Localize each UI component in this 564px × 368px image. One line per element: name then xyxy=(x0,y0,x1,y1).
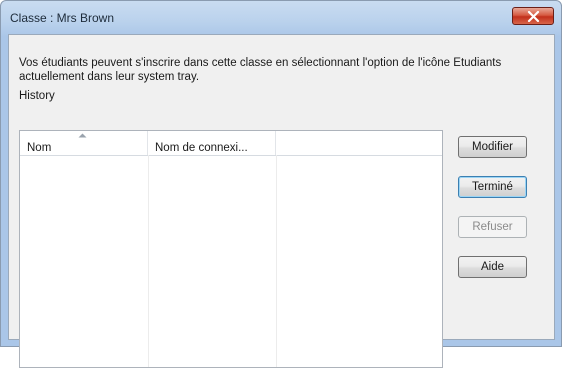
column-divider xyxy=(148,155,149,367)
window-title: Classe : Mrs Brown xyxy=(10,11,115,25)
students-list[interactable]: Nom Nom de connexi... xyxy=(19,130,443,368)
column-header-label: Nom xyxy=(27,142,52,154)
column-divider xyxy=(276,155,277,367)
help-button[interactable]: Aide xyxy=(458,256,527,278)
refuse-button[interactable]: Refuser xyxy=(458,216,527,238)
close-icon xyxy=(527,11,540,22)
done-button[interactable]: Terminé xyxy=(458,176,527,198)
column-header-label: Nom de connexi... xyxy=(155,142,248,154)
close-button[interactable] xyxy=(512,7,554,25)
description-text: Vos étudiants peuvent s'inscrire dans ce… xyxy=(19,57,502,83)
title-bar[interactable]: Classe : Mrs Brown xyxy=(1,1,561,34)
sort-ascending-icon xyxy=(78,133,87,138)
dialog-client-area: Vos étudiants peuvent s'inscrire dans ce… xyxy=(8,34,555,368)
column-header-nom-de-connexion[interactable]: Nom de connexi... xyxy=(148,131,276,155)
modify-button[interactable]: Modifier xyxy=(458,136,527,158)
dialog-window: Classe : Mrs Brown Vos étudiants peuvent… xyxy=(0,0,562,368)
column-header-nom[interactable]: Nom xyxy=(20,131,148,155)
list-header: Nom Nom de connexi... xyxy=(20,131,442,156)
history-label: History xyxy=(19,90,55,102)
